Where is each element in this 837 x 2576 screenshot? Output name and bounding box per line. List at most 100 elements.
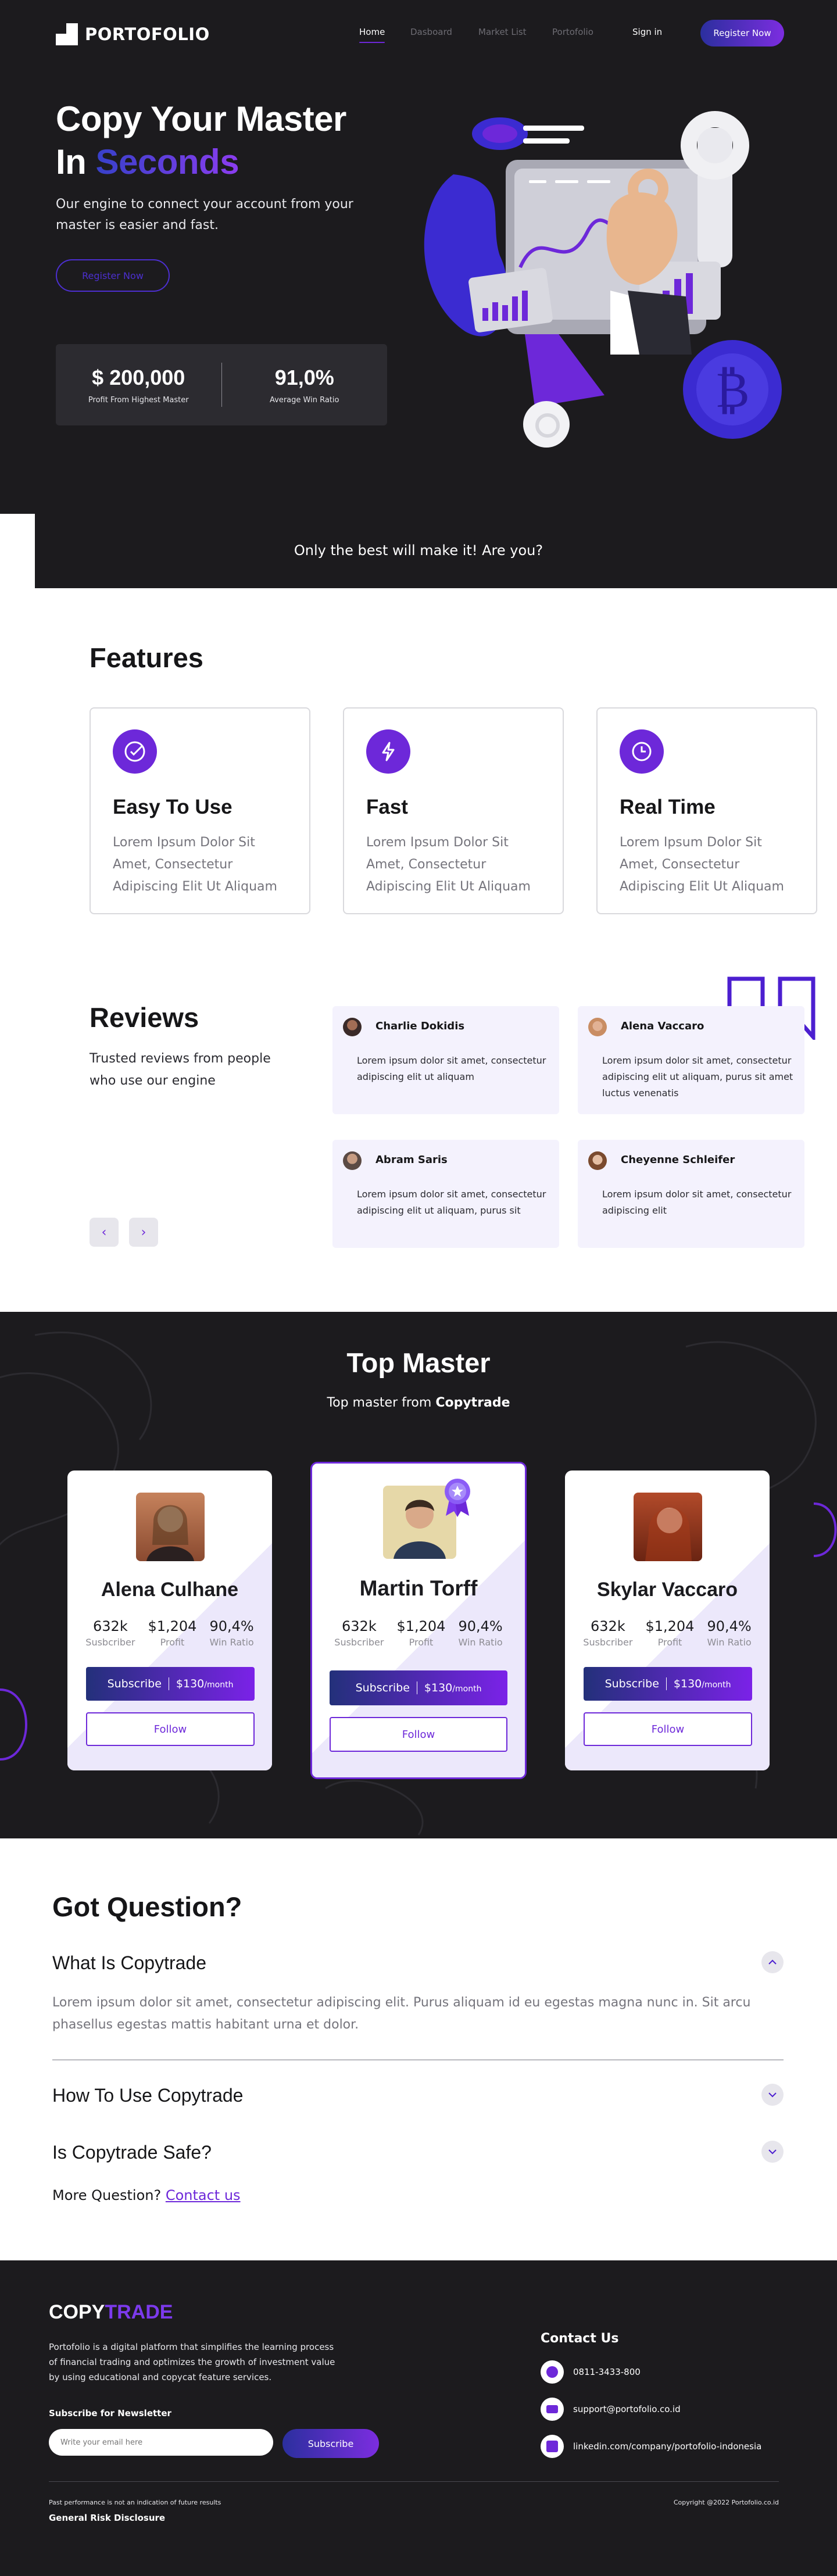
master-stats: 632k Susbcriber $1,204 Profit 90,4% Win Rat…	[67, 1618, 272, 1648]
newsletter-email-input[interactable]	[49, 2429, 273, 2456]
subscribe-button[interactable]: Subscribe $130/month	[86, 1667, 255, 1701]
chevron-up-icon[interactable]	[761, 1951, 784, 1973]
newsletter-subscribe-button[interactable]: Subscribe	[282, 2429, 379, 2458]
subscriber-value: 632k	[93, 1618, 128, 1634]
hero-tagline: Only the best will make it! Are you?	[294, 542, 543, 559]
hero-title-line2: In	[56, 142, 96, 181]
review-card: Abram Saris Lorem ipsum dolor sit amet, …	[332, 1140, 559, 1248]
register-button[interactable]: Register Now	[700, 20, 784, 46]
top-master-title: Top Master	[346, 1347, 491, 1378]
hero-title-line1: Copy Your Master	[56, 99, 346, 138]
linkedin-icon	[541, 2435, 564, 2458]
win-ratio-label: Win Ratio	[707, 1637, 752, 1648]
subscribe-button[interactable]: Subscribe $130/month	[330, 1670, 507, 1705]
faq-question[interactable]: Is Copytrade Safe?	[52, 2142, 212, 2163]
nav-portofolio[interactable]: Portofolio	[552, 27, 593, 37]
chevron-down-icon[interactable]	[761, 2084, 784, 2106]
price-period: /month	[204, 1680, 234, 1690]
subscriber-value: 632k	[591, 1618, 625, 1634]
price-period: /month	[452, 1684, 482, 1694]
avatar	[343, 1018, 362, 1036]
nav-home[interactable]: Home	[359, 27, 385, 43]
avatar	[588, 1018, 607, 1036]
top-master-section: Top Master Top master from Copytrade Ale…	[0, 1312, 837, 1838]
price: $130	[176, 1677, 205, 1690]
contact-linkedin[interactable]: linkedin.com/company/portofolio-indonesi…	[541, 2435, 761, 2458]
hero-section: PORTOFOLIO Home Dasboard Market List Por…	[0, 0, 837, 588]
faq-answer: Lorem ipsum dolor sit amet, consectetur …	[52, 1995, 751, 2032]
win-ratio-value: 90,4%	[707, 1618, 752, 1634]
nav-market-list[interactable]: Market List	[478, 27, 527, 37]
subscribe-button[interactable]: Subscribe $130/month	[584, 1667, 752, 1701]
stat-label: Average Win Ratio	[270, 395, 339, 405]
faq-question[interactable]: How To Use Copytrade	[52, 2085, 243, 2106]
faq-divider	[52, 2059, 784, 2060]
email-text: support@portofolio.co.id	[573, 2404, 681, 2414]
chevron-down-icon[interactable]	[761, 2141, 784, 2163]
logo-icon	[56, 23, 78, 45]
subscriber-label: Susbcriber	[85, 1637, 135, 1648]
contact-phone[interactable]: 0811-3433-800	[541, 2360, 641, 2384]
profit-value: $1,204	[148, 1618, 197, 1634]
review-text: Lorem ipsum dolor sit amet, consectetur …	[602, 1189, 792, 1216]
review-text: Lorem ipsum dolor sit amet, consectetur …	[357, 1055, 546, 1082]
stat-profit: $ 200,000 Profit From Highest Master	[56, 366, 221, 405]
master-name: Skylar Vaccaro	[597, 1579, 738, 1601]
footer-logo-a: COPY	[49, 2301, 105, 2323]
logo-text: PORTOFOLIO	[85, 24, 210, 44]
subscribe-label: Subscribe	[355, 1681, 410, 1694]
master-card: Alena Culhane 632k Susbcriber $1,204 Profi…	[67, 1471, 272, 1770]
follow-button[interactable]: Follow	[330, 1717, 507, 1752]
reviewer-name: Cheyenne Schleifer	[621, 1154, 735, 1166]
follow-button[interactable]: Follow	[86, 1712, 255, 1746]
check-circle-icon	[113, 729, 157, 774]
badge-icon	[445, 1479, 470, 1517]
contact-us-link[interactable]: Contact us	[166, 2187, 241, 2203]
nav-dashboard[interactable]: Dasboard	[410, 27, 452, 37]
master-card-featured: Martin Torff 632k Susbcriber $1,204 Profit…	[310, 1462, 527, 1779]
reviews-section: Reviews Trusted reviews from people who …	[0, 976, 837, 1312]
reviews-prev-button[interactable]: ‹	[90, 1218, 119, 1247]
footer: COPYTRADE Portofolio is a digital platfo…	[0, 2260, 837, 2576]
price-period: /month	[702, 1680, 731, 1690]
subscribe-label: Subscribe	[604, 1677, 659, 1690]
follow-button[interactable]: Follow	[584, 1712, 752, 1746]
contact-title: Contact Us	[541, 2331, 619, 2346]
profit-value: $1,204	[645, 1618, 695, 1634]
win-ratio-label: Win Ratio	[458, 1637, 503, 1648]
more-questions-text: More Question?	[52, 2187, 166, 2203]
feature-title: Real Time	[620, 796, 716, 818]
subtitle-text: Top master from	[327, 1396, 436, 1410]
svg-text:₿: ₿	[715, 361, 749, 419]
profit-label: Profit	[160, 1637, 185, 1648]
reviews-next-button[interactable]: ›	[129, 1218, 158, 1247]
avatar	[588, 1151, 607, 1170]
stat-value: $ 200,000	[92, 365, 185, 389]
risk-disclosure-link[interactable]: General Risk Disclosure	[49, 2513, 165, 2523]
master-stats: 632k Susbcriber $1,204 Profit 90,4% Win Rat…	[312, 1618, 525, 1648]
price: $130	[424, 1681, 453, 1694]
profit-label: Profit	[657, 1637, 682, 1648]
hero-title: Copy Your Master In Seconds	[56, 98, 346, 184]
subscribe-label: Subscribe	[107, 1677, 162, 1690]
master-name: Martin Torff	[359, 1576, 478, 1600]
reviewer-name: Charlie Dokidis	[375, 1020, 465, 1032]
win-ratio-value: 90,4%	[458, 1618, 503, 1634]
contact-email[interactable]: support@portofolio.co.id	[541, 2398, 681, 2421]
feature-title: Easy To Use	[113, 796, 233, 818]
newsletter-label: Subscribe for Newsletter	[49, 2408, 171, 2418]
feature-card: Easy To Use Lorem Ipsum Dolor Sit Amet, …	[90, 707, 310, 914]
hero-register-button[interactable]: Register Now	[56, 259, 170, 292]
brand-logo[interactable]: PORTOFOLIO	[56, 23, 210, 45]
footer-logo[interactable]: COPYTRADE	[49, 2301, 173, 2324]
hero-subtitle: Our engine to connect your account from …	[56, 197, 353, 232]
faq-title: Got Question?	[52, 1891, 242, 1922]
clock-icon	[620, 729, 664, 774]
profit-value: $1,204	[396, 1618, 446, 1634]
master-name: Alena Culhane	[101, 1579, 239, 1601]
review-text: Lorem ipsum dolor sit amet, consectetur …	[602, 1055, 793, 1099]
sign-in-link[interactable]: Sign in	[632, 27, 662, 37]
faq-question[interactable]: What Is Copytrade	[52, 1952, 206, 1974]
lightning-icon	[366, 729, 410, 774]
win-ratio-label: Win Ratio	[209, 1637, 254, 1648]
